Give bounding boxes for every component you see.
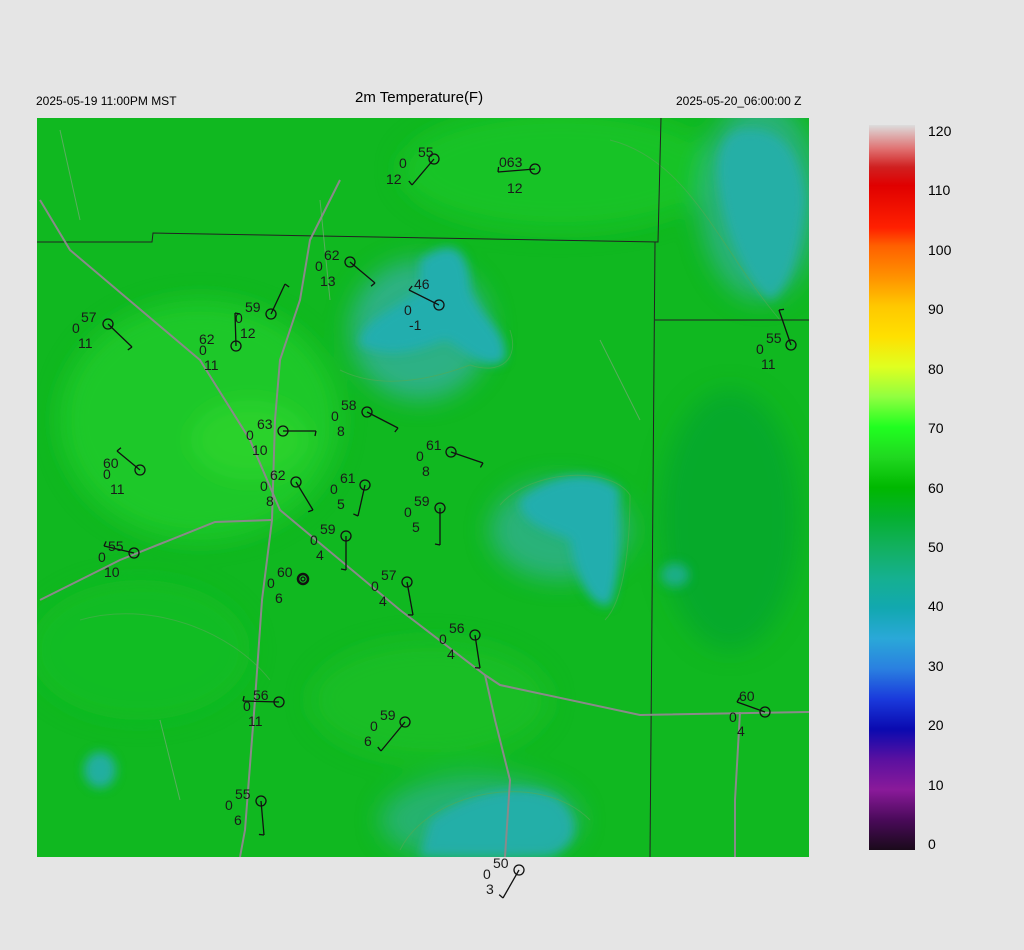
station-indicator: 0 [331, 408, 339, 424]
station-indicator: 0 [404, 302, 412, 318]
station-dewpoint: 4 [447, 646, 455, 662]
station-temperature: 61 [340, 470, 356, 486]
colorbar-tick-30: 30 [928, 657, 944, 674]
station-temperature: 58 [341, 397, 357, 413]
station-dewpoint: 13 [320, 273, 336, 289]
station-indicator: 0 [371, 578, 379, 594]
station-temperature: 59 [380, 707, 396, 723]
station-temperature: 62 [324, 247, 340, 263]
station-indicator: 0 [267, 575, 275, 591]
station-temperature: 46 [414, 276, 430, 292]
station-dewpoint: 8 [422, 463, 430, 479]
station-dewpoint: 11 [248, 713, 263, 729]
station-plot: 5003 [483, 855, 525, 899]
colorbar-gradient [869, 125, 915, 850]
station-indicator: 0 [235, 310, 243, 326]
station-indicator: 0 [310, 532, 318, 548]
station-indicator: 0 [225, 797, 233, 813]
station-dewpoint: 6 [275, 590, 283, 606]
station-dewpoint: 4 [737, 723, 745, 739]
temperature-map: 550120631262013 460-157011590126201155011… [37, 118, 915, 899]
station-dewpoint: 11 [78, 335, 93, 351]
colorbar-tick-90: 90 [928, 301, 944, 318]
station-dewpoint: 10 [104, 564, 120, 580]
station-indicator: 0 [243, 698, 251, 714]
station-indicator: 0 [199, 342, 207, 358]
station-indicator: 0 [483, 866, 491, 882]
station-dewpoint: 6 [234, 812, 242, 828]
station-dewpoint: 8 [337, 423, 345, 439]
station-indicator: 0 [260, 478, 268, 494]
station-indicator: 0 [729, 709, 737, 725]
station-temperature: 59 [414, 493, 430, 509]
station-dewpoint: 12 [240, 325, 256, 341]
station-indicator: 0 [756, 341, 764, 357]
colorbar [869, 125, 915, 850]
station-indicator: 0 [330, 481, 338, 497]
station-dewpoint: 5 [337, 496, 345, 512]
colorbar-tick-40: 40 [928, 598, 944, 615]
station-indicator: 0 [416, 448, 424, 464]
station-dewpoint: 8 [266, 493, 274, 509]
station-dewpoint: 11 [761, 356, 776, 372]
station-temperature: 56 [449, 620, 465, 636]
station-indicator: 0 [103, 466, 111, 482]
station-dewpoint: 4 [379, 593, 387, 609]
station-indicator: 0 [439, 631, 447, 647]
station-temperature: 59 [320, 521, 336, 537]
map-panel [37, 118, 809, 857]
station-temperature: 57 [81, 309, 97, 325]
colorbar-tick-0: 0 [928, 836, 936, 852]
station-temperature: 62 [270, 467, 286, 483]
station-indicator: 0 [98, 549, 106, 565]
station-dewpoint: 6 [364, 733, 372, 749]
station-temperature: 55 [766, 330, 782, 346]
colorbar-tick-80: 80 [928, 360, 944, 377]
station-temperature: 59 [245, 299, 261, 315]
colorbar-tick-110: 110 [928, 182, 951, 199]
station-dewpoint: 3 [486, 881, 494, 897]
colorbar-tick-60: 60 [928, 479, 944, 496]
station-indicator: 0 [399, 155, 407, 171]
colorbar-tick-20: 20 [928, 717, 944, 734]
station-temperature: 61 [426, 437, 442, 453]
wind-barb-flag [258, 833, 265, 836]
station-temperature: 60 [739, 688, 755, 704]
station-indicator: 0 [72, 320, 80, 336]
station-temperature: 55 [235, 786, 251, 802]
station-dewpoint: 11 [110, 481, 125, 497]
station-temperature: 56 [253, 687, 269, 703]
wind-barb-flag [778, 308, 785, 311]
station-temperature: 55 [418, 144, 434, 160]
station-dewpoint: 4 [316, 547, 324, 563]
station-dewpoint: 11 [204, 357, 219, 373]
station-indicator: 0 [404, 504, 412, 520]
station-temperature: 60 [277, 564, 293, 580]
station-dewpoint: -1 [409, 317, 422, 333]
station-temperature: 55 [108, 538, 124, 554]
station-indicator: 0 [315, 258, 323, 274]
station-dewpoint: 10 [252, 442, 268, 458]
colorbar-tick-70: 70 [928, 420, 944, 437]
colorbar-tick-120: 120 [928, 123, 952, 139]
station-dewpoint: 5 [412, 519, 420, 535]
station-dewpoint: 12 [386, 171, 402, 187]
station-temperature: 50 [493, 855, 509, 871]
wind-barb-flag [234, 312, 241, 315]
station-temperature: 63 [257, 416, 273, 432]
colorbar-tick-100: 100 [928, 241, 952, 258]
station-temperature: 57 [381, 567, 397, 583]
colorbar-tick-50: 50 [928, 538, 944, 555]
station-temperature: 063 [499, 154, 523, 170]
colorbar-tick-10: 10 [928, 776, 944, 793]
station-indicator: 0 [370, 718, 378, 734]
station-indicator: 0 [246, 427, 254, 443]
wind-barb-flag [498, 894, 504, 899]
station-dewpoint: 12 [507, 180, 523, 196]
